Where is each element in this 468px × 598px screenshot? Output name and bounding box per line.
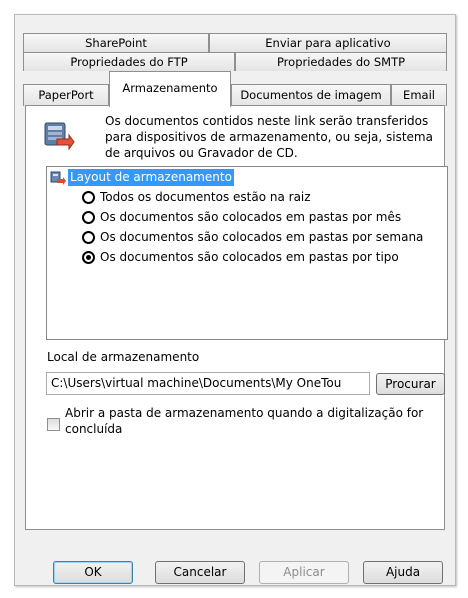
radio-button[interactable]	[82, 231, 95, 244]
layout-option-label: Os documentos são colocados em pastas po…	[100, 230, 424, 244]
tab-image-documents[interactable]: Documentos de imagem	[231, 84, 391, 106]
tab-send-to-application[interactable]: Enviar para aplicativo	[209, 33, 447, 52]
cancel-button[interactable]: Cancelar	[155, 561, 245, 584]
radio-button[interactable]	[82, 191, 95, 204]
layout-tree-icon	[50, 171, 66, 185]
storage-location-label: Local de armazenamento	[47, 350, 200, 364]
storage-path-input[interactable]: C:\Users\virtual machine\Documents\My On…	[46, 372, 370, 395]
tab-sharepoint[interactable]: SharePoint	[23, 33, 209, 52]
storage-description: Os documentos contidos neste link serão …	[105, 114, 433, 160]
radio-button-selected[interactable]	[82, 251, 95, 264]
tab-smtp-properties[interactable]: Propriedades do SMTP	[235, 52, 447, 71]
layout-option-label: Os documentos são colocados em pastas po…	[100, 250, 399, 264]
tab-storage[interactable]: Armazenamento	[109, 71, 231, 107]
tab-email[interactable]: Email	[391, 84, 447, 106]
open-folder-checkbox[interactable]	[47, 418, 60, 431]
properties-dialog: SharePoint Enviar para aplicativo Propri…	[14, 14, 456, 586]
radio-button[interactable]	[82, 211, 95, 224]
browse-button[interactable]: Procurar	[376, 373, 445, 395]
help-button[interactable]: Ajuda	[363, 561, 443, 584]
layout-option-label: Os documentos são colocados em pastas po…	[100, 210, 402, 224]
ok-button[interactable]: OK	[53, 561, 133, 584]
layout-root-item[interactable]: Layout de armazenamento	[68, 169, 234, 186]
tab-ftp-properties[interactable]: Propriedades do FTP	[23, 52, 235, 71]
layout-option-label: Todos os documentos estão na raiz	[100, 190, 311, 204]
open-folder-label[interactable]: Abrir a pasta de armazenamento quando a …	[65, 405, 441, 437]
storage-transfer-icon	[44, 122, 75, 151]
apply-button[interactable]: Aplicar	[259, 561, 349, 584]
tab-paperport[interactable]: PaperPort	[23, 84, 109, 106]
storage-layout-tree[interactable]: Layout de armazenamento Todos os documen…	[46, 166, 448, 340]
